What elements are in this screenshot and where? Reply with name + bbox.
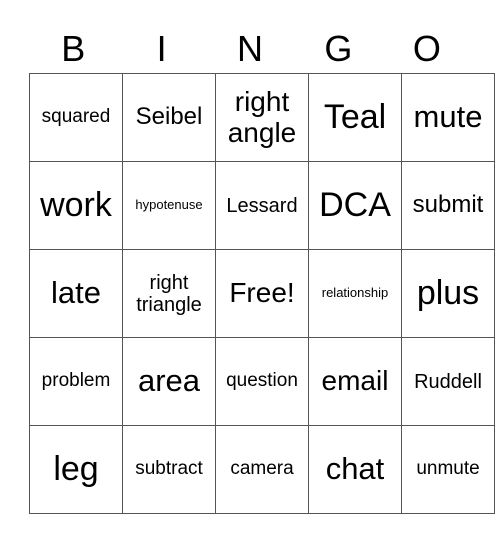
bingo-cell[interactable]: Lessard	[215, 161, 309, 250]
header-letter-g: G	[324, 28, 353, 69]
bingo-cell[interactable]: hypotenuse	[122, 161, 216, 250]
bingo-cell[interactable]: relationship	[308, 249, 402, 338]
bingo-cell[interactable]: leg	[29, 425, 123, 514]
bingo-cell[interactable]: squared	[29, 73, 123, 162]
bingo-cell[interactable]: area	[122, 337, 216, 426]
bingo-header: B I N G O	[29, 24, 471, 74]
header-letter-n: N	[237, 28, 264, 69]
bingo-cell[interactable]: work	[29, 161, 123, 250]
grid-row: problem area question email Ruddell	[29, 337, 495, 426]
bingo-cell[interactable]: right angle	[215, 73, 309, 162]
header-letter-i: I	[156, 28, 167, 69]
header-letter-o: O	[412, 28, 441, 69]
bingo-cell free-space[interactable]: Free!	[215, 249, 309, 338]
bingo-cell[interactable]: late	[29, 249, 123, 338]
bingo-cell[interactable]: Seibel	[122, 73, 216, 162]
bingo-cell[interactable]: question	[215, 337, 309, 426]
bingo-cell[interactable]: right triangle	[122, 249, 216, 338]
bingo-cell[interactable]: mute	[401, 73, 495, 162]
bingo-cell[interactable]: subtract	[122, 425, 216, 514]
bingo-cell[interactable]: unmute	[401, 425, 495, 514]
bingo-cell[interactable]: submit	[401, 161, 495, 250]
header-letter-b: B	[61, 28, 86, 69]
bingo-grid: squared Seibel right angle Teal mute wor…	[29, 73, 495, 514]
grid-row: late right triangle Free! relationship p…	[29, 249, 495, 338]
bingo-cell[interactable]: problem	[29, 337, 123, 426]
grid-row: work hypotenuse Lessard DCA submit	[29, 161, 495, 250]
bingo-cell[interactable]: camera	[215, 425, 309, 514]
bingo-cell[interactable]: Teal	[308, 73, 402, 162]
bingo-cell[interactable]: DCA	[308, 161, 402, 250]
bingo-cell[interactable]: chat	[308, 425, 402, 514]
bingo-cell[interactable]: Ruddell	[401, 337, 495, 426]
grid-row: squared Seibel right angle Teal mute	[29, 73, 495, 162]
bingo-cell[interactable]: email	[308, 337, 402, 426]
grid-row: leg subtract camera chat unmute	[29, 425, 495, 514]
bingo-cell[interactable]: plus	[401, 249, 495, 338]
